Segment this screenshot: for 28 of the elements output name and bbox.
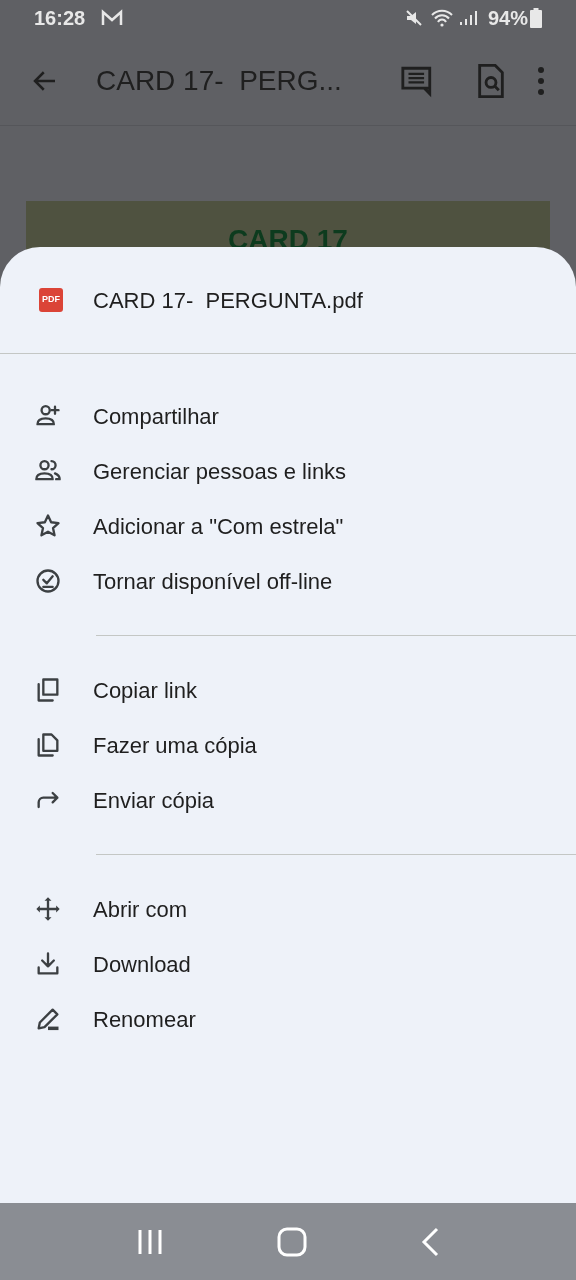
home-icon[interactable] bbox=[277, 1226, 307, 1257]
menu-item[interactable]: Enviar cópia bbox=[0, 785, 576, 815]
menu-item[interactable]: Fazer uma cópia bbox=[0, 730, 576, 760]
recent-apps-icon[interactable] bbox=[136, 1227, 165, 1256]
star-icon bbox=[34, 512, 62, 540]
menu-item[interactable]: Gerenciar pessoas e links bbox=[0, 456, 576, 486]
battery-level: 94% bbox=[487, 6, 528, 31]
menu-item[interactable]: Compartilhar bbox=[0, 401, 576, 431]
back-icon[interactable] bbox=[419, 1226, 440, 1257]
mail-icon bbox=[101, 9, 124, 27]
battery-icon bbox=[530, 8, 542, 28]
signal-icon bbox=[457, 8, 478, 28]
file-name: CARD 17- PERGUNTA.pdf bbox=[93, 286, 363, 315]
status-time: 16:28 bbox=[34, 6, 86, 31]
more-icon[interactable] bbox=[536, 65, 546, 96]
menu-item[interactable]: Adicionar a "Com estrela" bbox=[0, 511, 576, 541]
offline-check-icon bbox=[34, 567, 62, 595]
app-bar-title: CARD 17- PERG... bbox=[96, 63, 342, 98]
document-search-icon[interactable] bbox=[476, 63, 506, 98]
menu-item[interactable]: Download bbox=[0, 949, 576, 979]
menu-item[interactable]: Tornar disponível off-line bbox=[0, 566, 576, 596]
menu-item[interactable]: Copiar link bbox=[0, 675, 576, 705]
move-arrows-icon bbox=[34, 895, 62, 923]
menu-item[interactable]: Renomear bbox=[0, 1004, 576, 1034]
wifi-icon bbox=[429, 8, 454, 28]
pdf-icon: PDF bbox=[39, 288, 63, 312]
menu-item[interactable]: Abrir com bbox=[0, 894, 576, 924]
mute-icon bbox=[403, 8, 424, 28]
